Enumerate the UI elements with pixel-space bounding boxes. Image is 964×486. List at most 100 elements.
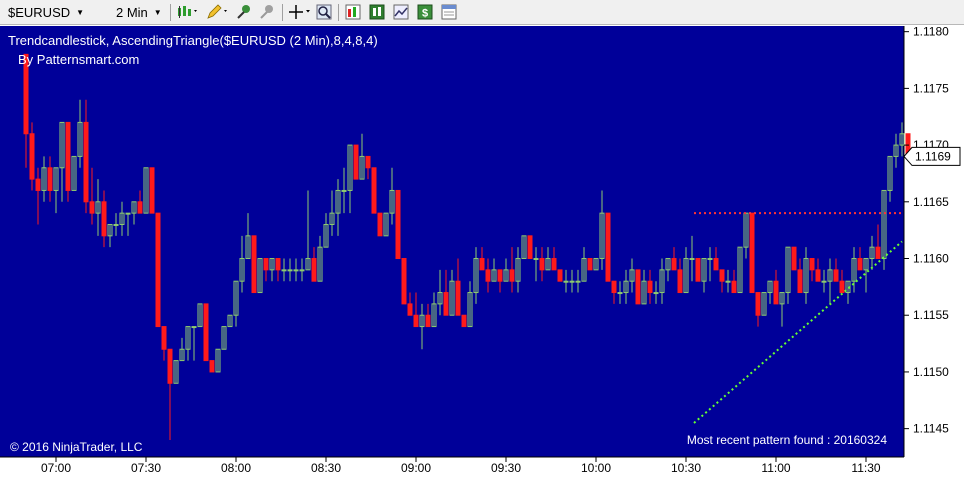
candle-body-down (749, 212, 755, 294)
toolbar-divider (338, 4, 339, 21)
candle-body-down (155, 212, 161, 328)
candle-body-down (695, 258, 701, 282)
chart-properties-icon[interactable] (393, 4, 409, 20)
indicator-label: Trendcandlestick, AscendingTriangle($EUR… (8, 33, 378, 48)
candle-body-down (713, 258, 719, 271)
price-chart[interactable]: 1.11801.11751.11701.11651.11601.11551.11… (0, 26, 964, 486)
candle-body-down (557, 269, 563, 282)
candle-body-down (731, 280, 737, 294)
candle-body-down (311, 258, 317, 282)
candle-body-down (137, 201, 143, 214)
x-tick-label: 07:00 (41, 461, 71, 475)
candle-body-down (497, 269, 503, 282)
candle-body-down (65, 121, 71, 191)
candle-body-down (539, 258, 545, 271)
strategies-icon[interactable] (369, 4, 385, 20)
candle-body-up (533, 258, 539, 261)
pin-icon[interactable] (236, 4, 252, 20)
candle-body-down (395, 189, 401, 260)
chart-style-icon[interactable] (176, 4, 198, 20)
draw-pencil-icon[interactable] (206, 4, 228, 20)
crosshair-icon[interactable] (288, 4, 312, 20)
candle-body-down (719, 269, 725, 282)
instrument-label: $EURUSD (8, 4, 71, 20)
x-tick-label: 08:00 (221, 461, 251, 475)
candle-body-down (611, 280, 617, 294)
y-tick-label: 1.1160 (913, 252, 949, 266)
candle-body-up (563, 280, 569, 283)
y-tick-label: 1.1155 (913, 308, 949, 322)
candle-body-down (407, 303, 413, 316)
pin-gray-icon[interactable] (259, 4, 275, 20)
dollar-icon[interactable]: $ (417, 4, 433, 20)
candle-body-down (353, 144, 359, 180)
candle-body-down (485, 269, 491, 282)
candle-body-down (605, 212, 611, 282)
candle-body-up (125, 212, 131, 215)
candle-body-down (671, 258, 677, 271)
candle-body-up (341, 189, 347, 192)
candle-body-down (857, 258, 863, 271)
x-tick-label: 11:30 (851, 461, 880, 475)
candle-body-up (293, 269, 299, 272)
candle-body-down (365, 155, 371, 169)
candle-body-down (527, 235, 533, 260)
candle-body-down (839, 280, 845, 294)
candle-body-down (149, 167, 155, 214)
x-tick-label: 09:30 (491, 461, 521, 475)
candle-body-down (275, 258, 281, 271)
zoom-icon[interactable] (316, 4, 332, 20)
candle-body-down (455, 280, 461, 316)
data-box-icon[interactable] (441, 4, 457, 20)
y-tick-label: 1.1175 (913, 81, 949, 95)
candle-body-up (113, 223, 119, 226)
svg-text:$: $ (422, 8, 428, 20)
candle-body-up (707, 258, 713, 261)
last-price-label: 1.1169 (915, 149, 951, 163)
candle-body-down (377, 212, 383, 237)
candle-body-down (167, 348, 173, 384)
last-price-marker: 1.1169 (903, 146, 961, 166)
candle-body-up (821, 280, 827, 283)
candle-body-down (251, 235, 257, 294)
candle-body-up (617, 292, 623, 295)
candle-body-down (47, 167, 53, 191)
indicators-icon[interactable] (345, 4, 361, 20)
candle-body-up (287, 269, 293, 272)
x-tick-label: 10:30 (671, 461, 701, 475)
interval-selector[interactable]: 2 Min ▼ (116, 3, 162, 21)
candle-body-down (263, 258, 269, 271)
candle-body-down (89, 201, 95, 214)
candle-body-down (161, 326, 167, 350)
candle-body-down (401, 258, 407, 305)
candle-body-down (461, 314, 467, 328)
candle-body-down (815, 269, 821, 282)
x-tick-label: 11:00 (761, 461, 790, 475)
candle-body-down (791, 246, 797, 271)
y-tick-label: 1.1165 (913, 195, 949, 209)
copyright-label: © 2016 NinjaTrader, LLC (10, 440, 143, 454)
candle-body-down (647, 280, 653, 294)
candle-body-up (725, 280, 731, 283)
source-label: By Patternsmart.com (18, 52, 139, 67)
instrument-selector[interactable]: $EURUSD ▼ (8, 3, 84, 21)
candle-body-up (575, 280, 581, 283)
candle-body-down (83, 121, 89, 203)
candle-body-down (809, 258, 815, 271)
candle-body-down (677, 269, 683, 294)
x-tick-label: 09:00 (401, 461, 431, 475)
y-tick-label: 1.1150 (913, 365, 949, 379)
candle-body-down (371, 167, 377, 214)
candle-body-down (833, 269, 839, 282)
candle-body-down (635, 269, 641, 305)
candle-body-down (209, 360, 215, 373)
candle-body-down (443, 292, 449, 316)
y-tick-label: 1.1145 (913, 422, 949, 436)
x-tick-label: 08:30 (311, 461, 341, 475)
candle-body-down (551, 258, 557, 271)
toolbar-divider (170, 4, 171, 21)
candle-body-down (203, 303, 209, 362)
candle-body-down (773, 280, 779, 305)
candle-body-up (689, 258, 695, 261)
plot-area (0, 26, 904, 457)
